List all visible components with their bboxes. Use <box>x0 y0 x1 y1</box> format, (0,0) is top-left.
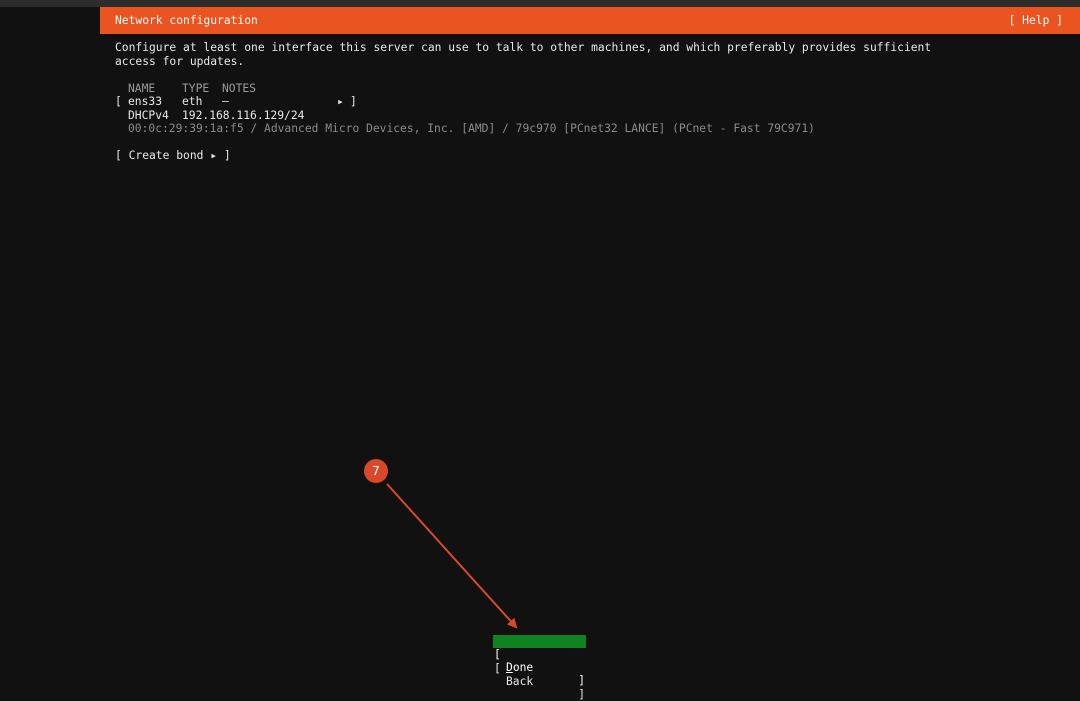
step-marker-badge: 7 <box>364 459 388 483</box>
annotation-arrow-line <box>386 483 518 629</box>
annotation-arrow <box>386 483 518 629</box>
done-close-bracket: ] <box>578 674 585 687</box>
back-label: Back <box>506 675 534 688</box>
back-close-bracket: ] <box>578 688 585 701</box>
